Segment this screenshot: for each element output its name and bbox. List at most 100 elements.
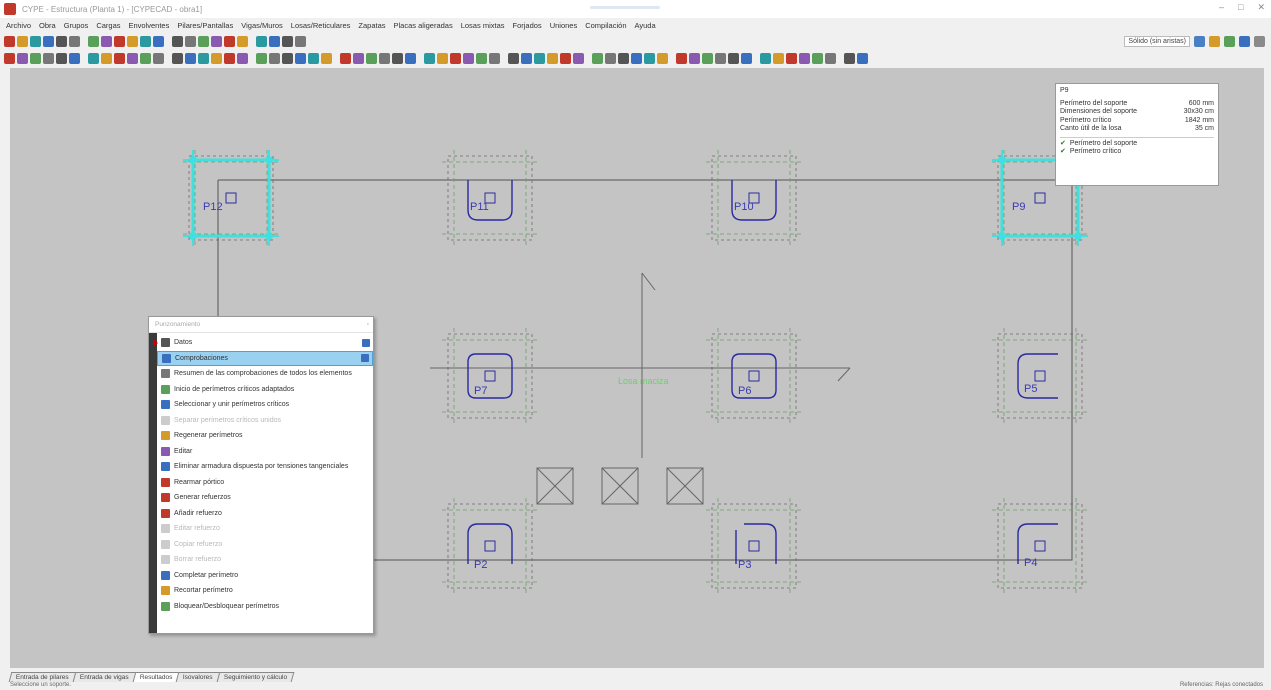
- critical-perimeter[interactable]: [467, 523, 513, 564]
- secondary-tool-50-icon[interactable]: [689, 52, 700, 64]
- secondary-tool-37-icon[interactable]: [508, 52, 519, 64]
- secondary-tool-39-icon[interactable]: [534, 52, 545, 64]
- secondary-tool-18-icon[interactable]: [237, 52, 248, 64]
- column-label-p10[interactable]: P10: [734, 201, 754, 213]
- secondary-tool-28-icon[interactable]: [379, 52, 390, 64]
- close-button[interactable]: ✕: [1257, 2, 1265, 13]
- column-section[interactable]: [748, 540, 760, 552]
- secondary-tool-55-icon[interactable]: [760, 52, 771, 64]
- column-label-p4[interactable]: P4: [1024, 557, 1037, 569]
- column-label-p9[interactable]: P9: [1012, 201, 1025, 213]
- secondary-tool-53-icon[interactable]: [728, 52, 739, 64]
- secondary-tool-44-icon[interactable]: [605, 52, 616, 64]
- secondary-tool-32-icon[interactable]: [437, 52, 448, 64]
- context-menu-item[interactable]: Regenerar perímetros: [157, 428, 373, 444]
- context-menu-item[interactable]: Editar: [157, 444, 373, 460]
- context-menu-item[interactable]: Borrar refuerzo: [157, 552, 373, 568]
- main-tool-5-icon[interactable]: [56, 35, 67, 47]
- main-tool-10-icon[interactable]: [127, 35, 138, 47]
- tab-isovalores[interactable]: Isovalores: [175, 672, 221, 682]
- secondary-tool-8-icon[interactable]: [101, 52, 112, 64]
- column-section[interactable]: [748, 370, 760, 382]
- main-tool-13-icon[interactable]: [172, 35, 183, 47]
- secondary-tool-6-icon[interactable]: [69, 52, 80, 64]
- secondary-tool-19-icon[interactable]: [256, 52, 267, 64]
- column-label-p12[interactable]: P12: [203, 201, 223, 213]
- secondary-tool-4-icon[interactable]: [43, 52, 54, 64]
- menu-zapatas[interactable]: Zapatas: [358, 21, 385, 30]
- secondary-tool-21-icon[interactable]: [282, 52, 293, 64]
- context-menu-item[interactable]: Copiar refuerzo: [157, 537, 373, 553]
- critical-perimeter[interactable]: [731, 180, 777, 221]
- column-label-p3[interactable]: P3: [738, 559, 751, 571]
- secondary-tool-17-icon[interactable]: [224, 52, 235, 64]
- main-tool-3-icon[interactable]: [30, 35, 41, 47]
- secondary-tool-15-icon[interactable]: [198, 52, 209, 64]
- pin-icon[interactable]: ▫: [367, 317, 369, 333]
- main-tool-22-icon[interactable]: [295, 35, 306, 47]
- tab-entrada-vigas[interactable]: Entrada de vigas: [72, 672, 136, 682]
- main-tool-9-icon[interactable]: [114, 35, 125, 47]
- menu-grupos[interactable]: Grupos: [64, 21, 89, 30]
- secondary-tool-2-icon[interactable]: [17, 52, 28, 64]
- secondary-tool-48-icon[interactable]: [657, 52, 668, 64]
- main-tool-7-icon[interactable]: [88, 35, 99, 47]
- menu-cargas[interactable]: Cargas: [96, 21, 120, 30]
- secondary-tool-3-icon[interactable]: [30, 52, 41, 64]
- column-section[interactable]: [1034, 192, 1046, 204]
- context-menu-item[interactable]: Generar refuerzos: [157, 490, 373, 506]
- column-section[interactable]: [484, 540, 496, 552]
- secondary-tool-30-icon[interactable]: [405, 52, 416, 64]
- secondary-tool-29-icon[interactable]: [392, 52, 403, 64]
- render-mode-select[interactable]: Sólido (sin aristas): [1124, 36, 1190, 47]
- secondary-tool-13-icon[interactable]: [172, 52, 183, 64]
- secondary-tool-1-icon[interactable]: [4, 52, 15, 64]
- tab-resultados[interactable]: Resultados: [132, 672, 180, 682]
- main-tool-15-icon[interactable]: [198, 35, 209, 47]
- secondary-tool-7-icon[interactable]: [88, 52, 99, 64]
- column-label-p6[interactable]: P6: [738, 385, 751, 397]
- secondary-tool-42-icon[interactable]: [573, 52, 584, 64]
- context-menu-item[interactable]: Comprobaciones: [157, 350, 373, 366]
- secondary-tool-25-icon[interactable]: [340, 52, 351, 64]
- main-tool-16-icon[interactable]: [211, 35, 222, 47]
- column-label-p2[interactable]: P2: [474, 559, 487, 571]
- menu-archivo[interactable]: Archivo: [6, 21, 31, 30]
- secondary-tool-36-icon[interactable]: [489, 52, 500, 64]
- secondary-tool-58-icon[interactable]: [799, 52, 810, 64]
- menu-vigas[interactable]: Vigas/Muros: [241, 21, 283, 30]
- secondary-tool-41-icon[interactable]: [560, 52, 571, 64]
- column-section[interactable]: [484, 370, 496, 382]
- column-section[interactable]: [1034, 370, 1046, 382]
- menu-obra[interactable]: Obra: [39, 21, 56, 30]
- main-tool-4-icon[interactable]: [43, 35, 54, 47]
- context-menu-item[interactable]: Bloquear/Desbloquear perímetros: [157, 599, 373, 615]
- secondary-tool-56-icon[interactable]: [773, 52, 784, 64]
- secondary-tool-27-icon[interactable]: [366, 52, 377, 64]
- secondary-tool-49-icon[interactable]: [676, 52, 687, 64]
- critical-perimeter[interactable]: [467, 180, 513, 221]
- secondary-tool-31-icon[interactable]: [424, 52, 435, 64]
- main-tool-19-icon[interactable]: [256, 35, 267, 47]
- layers-icon[interactable]: [1209, 36, 1220, 47]
- secondary-tool-20-icon[interactable]: [269, 52, 280, 64]
- main-tool-6-icon[interactable]: [69, 35, 80, 47]
- secondary-tool-60-icon[interactable]: [825, 52, 836, 64]
- grid-icon[interactable]: [1224, 36, 1235, 47]
- secondary-tool-47-icon[interactable]: [644, 52, 655, 64]
- secondary-tool-9-icon[interactable]: [114, 52, 125, 64]
- main-tool-8-icon[interactable]: [101, 35, 112, 47]
- context-menu-item[interactable]: Añadir refuerzo: [157, 506, 373, 522]
- main-tool-2-icon[interactable]: [17, 35, 28, 47]
- column-label-p11[interactable]: P11: [470, 201, 489, 213]
- menu-compilacion[interactable]: Compilación: [585, 21, 626, 30]
- main-tool-20-icon[interactable]: [269, 35, 280, 47]
- maximize-button[interactable]: □: [1238, 2, 1243, 13]
- menu-losas-mixtas[interactable]: Losas mixtas: [461, 21, 505, 30]
- secondary-tool-12-icon[interactable]: [153, 52, 164, 64]
- secondary-tool-62-icon[interactable]: [857, 52, 868, 64]
- menu-pilares[interactable]: Pilares/Pantallas: [177, 21, 233, 30]
- main-tool-11-icon[interactable]: [140, 35, 151, 47]
- secondary-tool-24-icon[interactable]: [321, 52, 332, 64]
- secondary-tool-11-icon[interactable]: [140, 52, 151, 64]
